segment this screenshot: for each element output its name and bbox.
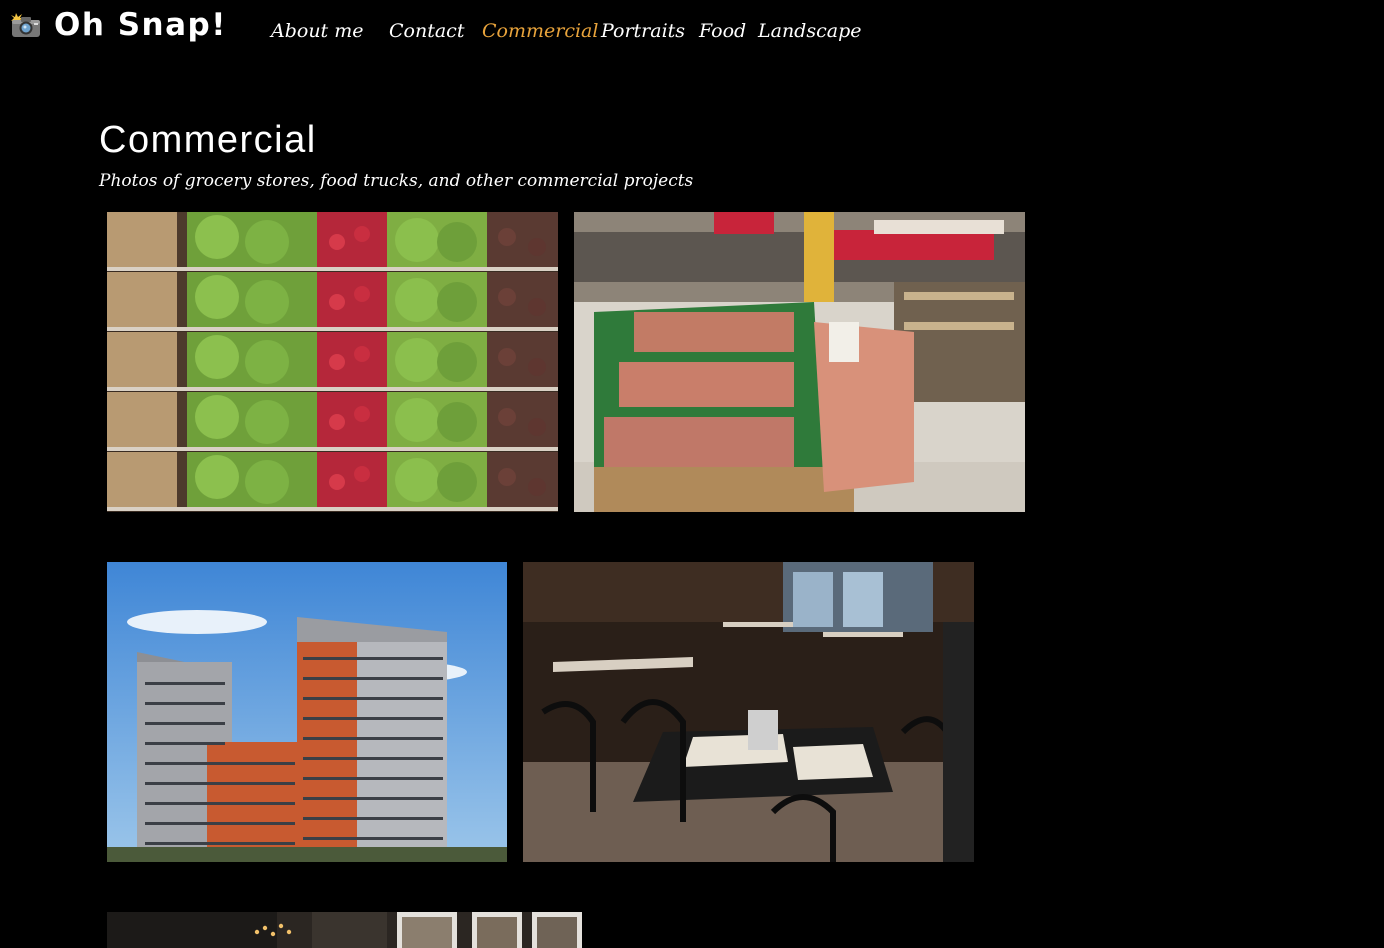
nav-item-contact[interactable]: Contact <box>389 14 464 48</box>
nav-item-commercial[interactable]: Commercial <box>482 14 598 48</box>
produce-shelves-photo[interactable] <box>107 212 558 512</box>
page-subtitle: Photos of grocery stores, food trucks, a… <box>99 171 694 191</box>
brand-name: Oh Snap! <box>54 7 227 43</box>
site-header: Oh Snap! About me Contact Commercial Por… <box>0 0 1384 60</box>
supermarket-fruit-display-photo[interactable] <box>574 212 1025 512</box>
apartment-tower-photo[interactable] <box>107 562 507 862</box>
camera-flash-icon <box>10 12 42 38</box>
nav-item-food[interactable]: Food <box>699 14 746 48</box>
nav-item-landscape[interactable]: Landscape <box>758 14 861 48</box>
nav-item-portraits[interactable]: Portraits <box>601 14 685 48</box>
cafe-interior-photo[interactable] <box>107 912 582 948</box>
page-title: Commercial <box>99 119 317 161</box>
logo[interactable]: Oh Snap! <box>10 6 227 44</box>
nav-item-about-me[interactable]: About me <box>271 14 364 48</box>
restaurant-dining-room-photo[interactable] <box>523 562 974 862</box>
